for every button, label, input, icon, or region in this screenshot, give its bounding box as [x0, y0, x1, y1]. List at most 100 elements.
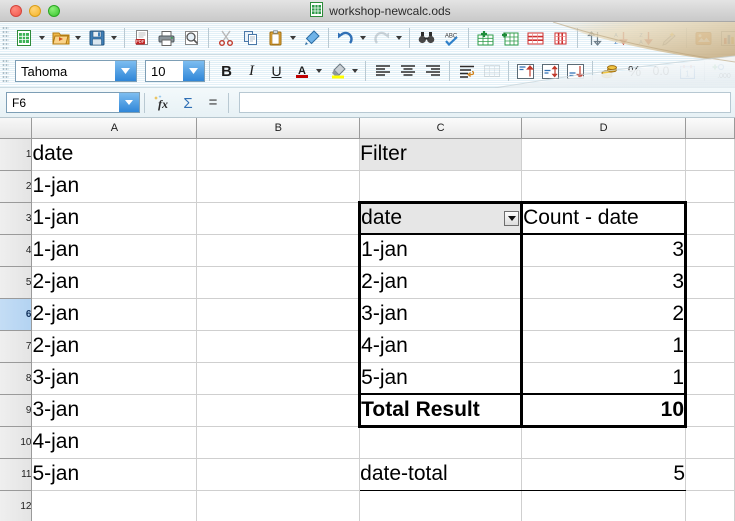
select-all-corner[interactable]	[0, 118, 33, 139]
currency-format-button[interactable]	[598, 60, 621, 83]
cell-D12[interactable]	[521, 490, 687, 521]
font-size-combobox[interactable]: 10	[145, 60, 205, 82]
row-header-7[interactable]: 7	[0, 330, 33, 363]
row-header-6[interactable]: 6	[0, 298, 33, 331]
cell-C10[interactable]	[359, 426, 523, 459]
cell-D1[interactable]	[521, 138, 687, 171]
cell-D3[interactable]: Count - date	[521, 200, 688, 235]
cell-C12[interactable]	[359, 490, 523, 521]
cell-A10[interactable]: 4-jan	[31, 426, 198, 459]
font-color-button[interactable]: A	[290, 60, 313, 83]
paste-dropdown-icon[interactable]	[288, 27, 297, 50]
cell-B6[interactable]	[196, 298, 361, 331]
cell-A2[interactable]: 1-jan	[31, 170, 198, 203]
clone-formatting-button[interactable]	[300, 27, 323, 50]
cell-C5[interactable]: 2-jan	[358, 266, 524, 299]
cell-C9[interactable]: Total Result	[358, 393, 524, 428]
cell-B7[interactable]	[196, 330, 361, 363]
cell-C7[interactable]: 4-jan	[358, 330, 524, 363]
cell-E10[interactable]	[685, 426, 735, 459]
spreadsheet-grid[interactable]: A B C D 1 date Filter 2 1-jan 3 1-jan date Count…	[0, 118, 735, 521]
undo-button[interactable]	[334, 27, 357, 50]
cell-D2[interactable]	[521, 170, 687, 203]
column-header-c[interactable]: C	[359, 118, 523, 139]
paste-button[interactable]	[264, 27, 287, 50]
cell-E12[interactable]	[685, 490, 735, 521]
underline-button[interactable]: U	[265, 60, 288, 83]
save-button[interactable]	[85, 27, 108, 50]
cell-B12[interactable]	[196, 490, 361, 521]
toolbar-grip[interactable]	[2, 26, 9, 50]
cell-B3[interactable]	[196, 202, 361, 235]
cell-E4[interactable]	[685, 234, 735, 267]
delete-row-button[interactable]	[524, 27, 547, 50]
cell-B10[interactable]	[196, 426, 361, 459]
cell-A9[interactable]: 3-jan	[31, 394, 198, 427]
cell-E5[interactable]	[685, 266, 735, 299]
cell-E8[interactable]	[685, 362, 735, 395]
cell-C8[interactable]: 5-jan	[358, 362, 524, 395]
cell-C1[interactable]: Filter	[359, 138, 523, 171]
insert-column-button[interactable]	[499, 27, 522, 50]
cell-E3[interactable]	[685, 202, 735, 235]
cell-B2[interactable]	[196, 170, 361, 203]
row-header-8[interactable]: 8	[0, 362, 33, 395]
cell-D7[interactable]: 1	[521, 330, 688, 363]
align-center-vertical-button[interactable]	[539, 60, 562, 83]
cell-C2[interactable]	[359, 170, 523, 203]
cell-D11[interactable]: 5	[521, 458, 687, 491]
cell-E11[interactable]	[685, 458, 735, 491]
cell-B5[interactable]	[196, 266, 361, 299]
align-right-button[interactable]	[421, 60, 444, 83]
formula-input-line[interactable]	[239, 92, 731, 113]
cell-A12[interactable]	[31, 490, 198, 521]
column-header-b[interactable]: B	[196, 118, 361, 139]
cell-A4[interactable]: 1-jan	[31, 234, 198, 267]
sort-button[interactable]	[583, 27, 606, 50]
cell-D5[interactable]: 3	[521, 266, 688, 299]
cell-A8[interactable]: 3-jan	[31, 362, 198, 395]
function-wizard-button[interactable]: fx	[152, 92, 174, 114]
cell-D9[interactable]: 10	[521, 393, 688, 428]
cell-C4[interactable]: 1-jan	[358, 234, 524, 267]
cell-B11[interactable]	[196, 458, 361, 491]
row-header-3[interactable]: 3	[0, 202, 33, 235]
column-header-e[interactable]	[685, 118, 735, 139]
insert-chart-button[interactable]	[717, 27, 735, 50]
cell-A7[interactable]: 2-jan	[31, 330, 198, 363]
cell-A1[interactable]: date	[31, 138, 198, 171]
cell-B8[interactable]	[196, 362, 361, 395]
cell-E1[interactable]	[685, 138, 735, 171]
font-size-dropdown-icon[interactable]	[183, 61, 204, 81]
align-left-button[interactable]	[371, 60, 394, 83]
open-document-button[interactable]	[49, 27, 72, 50]
print-preview-button[interactable]	[180, 27, 203, 50]
cell-A5[interactable]: 2-jan	[31, 266, 198, 299]
save-dropdown-icon[interactable]	[109, 27, 118, 50]
cut-button[interactable]	[214, 27, 237, 50]
cell-E7[interactable]	[685, 330, 735, 363]
align-bottom-button[interactable]	[564, 60, 587, 83]
pivot-filter-dropdown-icon[interactable]	[504, 210, 519, 226]
highlight-color-button[interactable]	[326, 60, 349, 83]
cell-C6[interactable]: 3-jan	[358, 298, 524, 331]
cell-D10[interactable]	[521, 426, 687, 459]
open-document-dropdown-icon[interactable]	[73, 27, 82, 50]
row-header-11[interactable]: 11	[0, 458, 33, 491]
merge-cells-button[interactable]	[480, 60, 503, 83]
name-box-dropdown-icon[interactable]	[119, 93, 139, 112]
font-name-combobox[interactable]: Tahoma	[15, 60, 137, 82]
bold-button[interactable]: B	[215, 60, 238, 83]
cell-B1[interactable]	[196, 138, 361, 171]
cell-B9[interactable]	[196, 394, 361, 427]
cell-D4[interactable]: 3	[521, 234, 688, 267]
date-format-button[interactable]: 1	[676, 60, 699, 83]
cell-A11[interactable]: 5-jan	[31, 458, 198, 491]
highlight-color-dropdown-icon[interactable]	[350, 60, 359, 83]
cell-A6[interactable]: 2-jan	[31, 298, 198, 331]
row-header-5[interactable]: 5	[0, 266, 33, 299]
sum-button[interactable]: Σ	[177, 92, 199, 114]
toolbar-grip[interactable]	[2, 59, 9, 83]
new-document-dropdown-icon[interactable]	[37, 27, 46, 50]
sort-ascending-button[interactable]: AZ	[608, 27, 631, 50]
